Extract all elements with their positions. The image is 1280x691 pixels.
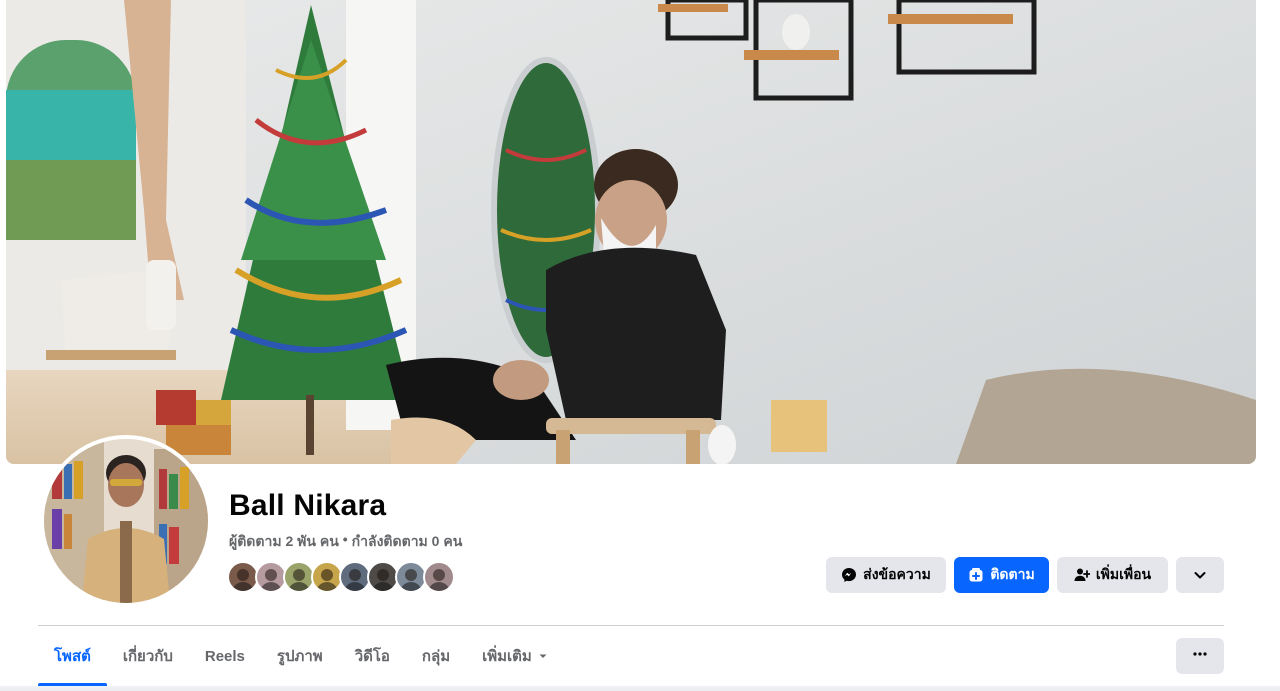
cover-photo-image [6, 0, 1256, 464]
tabs-more-options-button[interactable] [1176, 638, 1224, 674]
profile-options-button[interactable] [1176, 557, 1224, 593]
mutual-friends-row [227, 561, 455, 593]
stats-separator: • [342, 531, 348, 547]
add-friend-button[interactable]: เพิ่มเพื่อน [1057, 557, 1168, 593]
followers-count[interactable]: ผู้ติดตาม 2 พัน คน [229, 531, 339, 553]
tab-label: วิดีโอ [354, 648, 390, 665]
profile-picture [44, 439, 208, 603]
add-friend-button-label: เพิ่มเพื่อน [1095, 566, 1152, 582]
message-button[interactable]: ส่งข้อความ [826, 557, 946, 593]
add-friend-icon [1074, 567, 1090, 583]
tab-label: รูปภาพ [276, 648, 323, 665]
tab-videos[interactable]: วิดีโอ [339, 626, 406, 686]
follow-button[interactable]: ติดตาม [954, 557, 1049, 593]
profile-avatar[interactable] [40, 435, 212, 607]
tab-about[interactable]: เกี่ยวกับ [107, 626, 189, 686]
tab-photos[interactable]: รูปภาพ [261, 626, 339, 686]
tab-label: กลุ่ม [421, 648, 451, 665]
tab-label: เกี่ยวกับ [122, 648, 173, 665]
tab-label: โพสต์ [54, 648, 91, 665]
profile-name: Ball Nikara [229, 489, 387, 522]
messenger-icon [841, 567, 857, 583]
friend-avatar[interactable] [423, 561, 455, 593]
profile-tabs: โพสต์ เกี่ยวกับ Reels รูปภาพ วิดีโอ กลุ่… [38, 626, 564, 686]
tab-posts[interactable]: โพสต์ [38, 626, 107, 686]
chevron-down-icon [1192, 567, 1208, 583]
caret-down-icon [538, 651, 548, 661]
follow-icon [968, 567, 984, 583]
follow-button-label: ติดตาม [990, 566, 1035, 582]
profile-stats: ผู้ติดตาม 2 พัน คน • กำลังติดตาม 0 คน [229, 531, 462, 553]
more-dots-icon [1192, 646, 1208, 667]
cover-photo[interactable] [6, 0, 1256, 464]
message-button-label: ส่งข้อความ [863, 566, 931, 582]
tab-groups[interactable]: กลุ่ม [406, 626, 466, 686]
tab-label: Reels [204, 647, 245, 665]
following-count[interactable]: กำลังติดตาม 0 คน [352, 531, 463, 553]
tab-label: เพิ่มเติม [482, 648, 532, 665]
tab-more[interactable]: เพิ่มเติม [466, 626, 564, 686]
profile-picture-image [44, 439, 208, 603]
tab-reels[interactable]: Reels [189, 626, 261, 686]
profile-page: Ball Nikara ผู้ติดตาม 2 พัน คน • กำลังติ… [0, 0, 1280, 691]
page-bottom-edge [0, 686, 1280, 691]
